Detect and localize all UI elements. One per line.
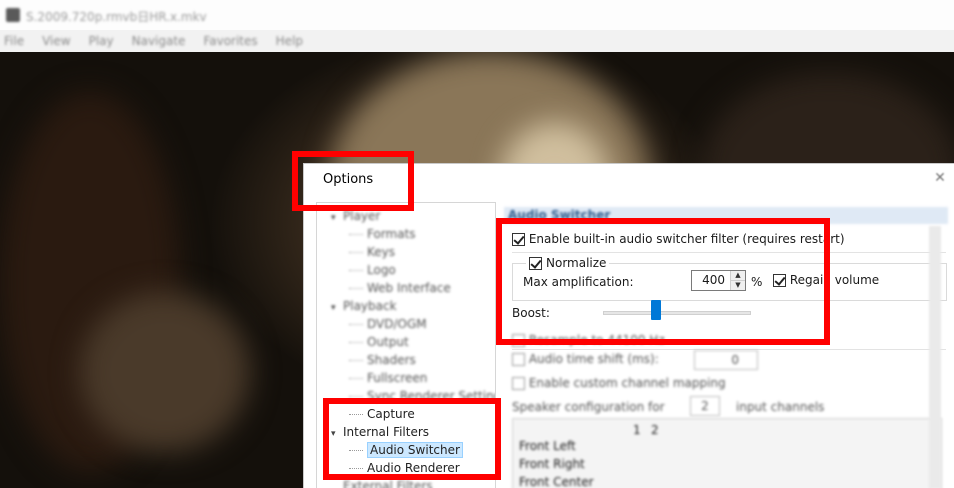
time-shift-label: Audio time shift (ms): — [528, 352, 659, 366]
normalize-group: Normalize Max amplification: 400 ▲ ▼ % Re… — [512, 256, 947, 301]
tree-item-playback[interactable]: ▾ Playback — [331, 297, 397, 315]
tree-item-formats[interactable]: Formats — [349, 225, 416, 243]
resample-label: Resample to 44100 Hz — [528, 333, 665, 347]
tree-item-external-filters[interactable]: External Filters — [331, 477, 433, 488]
regain-option[interactable]: Regain volume — [773, 273, 879, 287]
boost-slider-track[interactable] — [603, 311, 751, 315]
speaker-config-spinner[interactable]: 2 — [690, 396, 720, 416]
spin-down-icon[interactable]: ▼ — [731, 280, 745, 290]
tree-item-keys[interactable]: Keys — [349, 243, 395, 261]
regain-label: Regain volume — [789, 273, 880, 287]
spin-up-icon[interactable]: ▲ — [731, 271, 745, 280]
resample-option[interactable]: Resample to 44100 Hz — [512, 333, 665, 347]
table-row: Front Right — [519, 457, 585, 471]
tree-item-internal-filters[interactable]: ▾ Internal Filters — [331, 423, 429, 441]
tree-item-logo[interactable]: Logo — [349, 261, 396, 279]
max-amp-label: Max amplification: — [523, 275, 634, 289]
table-row: Front Left — [519, 439, 576, 453]
max-amp-unit: % — [751, 275, 763, 289]
dialog-title: Options — [323, 172, 374, 187]
close-icon[interactable]: ✕ — [930, 168, 950, 188]
enable-switcher-label: Enable built-in audio switcher filter (r… — [528, 232, 845, 246]
max-amp-value[interactable]: 400 — [692, 271, 730, 290]
time-shift-checkbox[interactable] — [512, 353, 525, 366]
audio-switcher-panel: Enable built-in audio switcher filter (r… — [504, 226, 948, 488]
menu-play[interactable]: Play — [89, 30, 114, 52]
enable-switcher-checkbox[interactable] — [512, 233, 525, 246]
panel-scrollbar[interactable] — [929, 226, 941, 488]
boost-label: Boost: — [512, 306, 550, 320]
chevron-down-icon[interactable]: ▾ — [331, 209, 343, 227]
normalize-label: Normalize — [546, 256, 607, 270]
section-title: Audio Switcher — [504, 207, 948, 224]
boost-slider-thumb[interactable] — [651, 300, 662, 320]
menu-view[interactable]: View — [42, 30, 70, 52]
table-column-header: 1 — [633, 423, 641, 437]
tree-item-sync-renderer[interactable]: Sync Renderer Settings — [349, 387, 495, 405]
divider — [512, 252, 946, 253]
player-window-title: S.2009.720p.rmvb日HR.x.mkv — [26, 10, 207, 24]
normalize-checkbox[interactable] — [529, 256, 542, 270]
channel-mapping-checkbox[interactable] — [512, 377, 525, 390]
time-shift-spinner[interactable]: 0 — [694, 350, 758, 370]
speaker-config-label: Speaker configuration for — [512, 400, 665, 414]
tree-item-shaders[interactable]: Shaders — [349, 351, 416, 369]
chevron-down-icon[interactable]: ▾ — [331, 299, 343, 317]
max-amp-spinner[interactable]: 400 ▲ ▼ — [691, 270, 746, 291]
tree-item-output[interactable]: Output — [349, 333, 409, 351]
tree-item-player[interactable]: ▾ Player — [331, 207, 380, 225]
chevron-down-icon[interactable]: ▾ — [331, 425, 343, 443]
channel-mapping-option[interactable]: Enable custom channel mapping — [512, 376, 726, 390]
channel-mapping-label: Enable custom channel mapping — [528, 376, 726, 390]
menu-help[interactable]: Help — [276, 30, 303, 52]
app-icon — [6, 8, 20, 22]
normalize-option[interactable]: Normalize — [526, 256, 610, 270]
regain-checkbox[interactable] — [773, 274, 786, 287]
tree-item-dvd-ogm[interactable]: DVD/OGM — [349, 315, 427, 333]
options-tree: ▾ Player Formats Keys Logo Web Interface … — [316, 202, 496, 488]
menu-favorites[interactable]: Favorites — [203, 30, 257, 52]
resample-checkbox[interactable] — [512, 334, 525, 347]
tree-item-fullscreen[interactable]: Fullscreen — [349, 369, 427, 387]
table-column-header: 2 — [651, 423, 659, 437]
tree-item-capture[interactable]: Capture — [349, 405, 415, 423]
player-title-bar: S.2009.720p.rmvb日HR.x.mkv — [0, 0, 954, 30]
player-menu-bar: File View Play Navigate Favorites Help — [0, 30, 954, 52]
speaker-config-suffix: input channels — [736, 400, 825, 414]
enable-switcher-option[interactable]: Enable built-in audio switcher filter (r… — [512, 232, 845, 246]
menu-navigate[interactable]: Navigate — [132, 30, 186, 52]
tree-item-audio-switcher[interactable]: Audio Switcher — [349, 441, 463, 459]
tree-item-web-interface[interactable]: Web Interface — [349, 279, 451, 297]
speaker-mapping-table[interactable]: 1 2 Front Left Front Right Front Center — [512, 418, 942, 488]
menu-file[interactable]: File — [4, 30, 24, 52]
options-dialog: Options ✕ ▾ Player Formats Keys Logo Web … — [303, 163, 954, 488]
tree-item-audio-renderer[interactable]: Audio Renderer — [349, 459, 460, 477]
time-shift-option[interactable]: Audio time shift (ms): — [512, 352, 659, 366]
table-row: Front Center — [519, 475, 594, 488]
